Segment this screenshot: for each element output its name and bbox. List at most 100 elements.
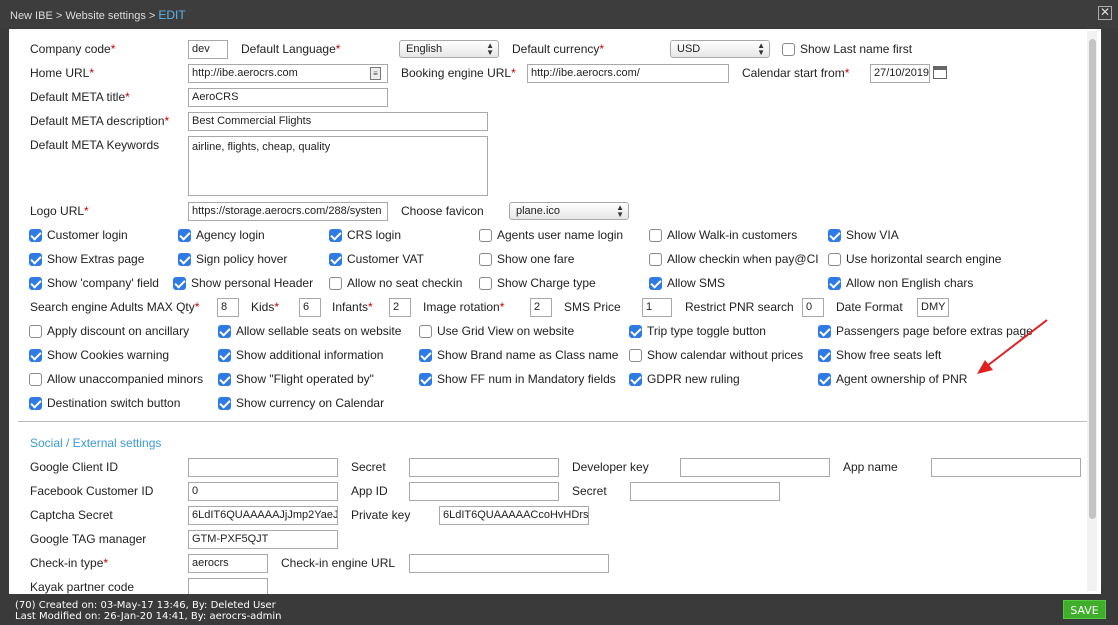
checks-row1-checkbox-5[interactable] — [828, 229, 841, 242]
social-section-title: Social / External settings — [30, 436, 162, 450]
checks-row2-checkbox-4[interactable] — [649, 253, 662, 266]
checks-row3-checkbox-0[interactable] — [29, 277, 42, 290]
meta-keywords-textarea[interactable]: airline, flights, cheap, quality — [188, 136, 488, 196]
default-language-select[interactable]: English ▲ ▼ — [399, 40, 499, 58]
checks-row1-checkbox-0[interactable] — [29, 229, 42, 242]
checks-row2-label-5: Use horizontal search engine — [846, 252, 1002, 266]
close-icon[interactable]: ✕ — [1098, 6, 1112, 20]
checks-row6-checkbox-4[interactable] — [818, 349, 831, 362]
checks-row2-checkbox-5[interactable] — [828, 253, 841, 266]
checks-row1-label-1: Agency login — [196, 228, 265, 242]
meta-keywords-label: Default META Keywords — [30, 138, 160, 152]
adults-max-input[interactable]: 8 — [217, 298, 239, 317]
checks-row5-checkbox-2[interactable] — [419, 325, 432, 338]
checkin-engine-url-label: Check-in engine URL — [281, 556, 396, 570]
checks-row1-label-4: Allow Walk-in customers — [667, 228, 798, 242]
checks-row3-checkbox-4[interactable] — [649, 277, 662, 290]
restrict-pnr-input[interactable]: 0 — [802, 298, 824, 317]
checks-row6-checkbox-0[interactable] — [29, 349, 42, 362]
checks-row1-label-2: CRS login — [347, 228, 402, 242]
checks-row1-checkbox-2[interactable] — [329, 229, 342, 242]
kayak-partner-code-input[interactable] — [188, 578, 268, 594]
checks-row5-checkbox-4[interactable] — [818, 325, 831, 338]
checks-row8-checkbox-1[interactable] — [218, 397, 231, 410]
checks-row3-label-4: Allow SMS — [667, 276, 726, 290]
captcha-secret-label: Captcha Secret — [30, 508, 113, 522]
checks-row7-checkbox-2[interactable] — [419, 373, 432, 386]
checks-row1-label-0: Customer login — [47, 228, 128, 242]
checks-row8-checkbox-0[interactable] — [29, 397, 42, 410]
infants-input[interactable]: 2 — [389, 298, 411, 317]
checks-row1-checkbox-3[interactable] — [479, 229, 492, 242]
checks-row7-checkbox-4[interactable] — [818, 373, 831, 386]
checks-row2-checkbox-0[interactable] — [29, 253, 42, 266]
sms-price-label: SMS Price — [564, 300, 621, 314]
google-secret-input[interactable] — [409, 458, 559, 477]
home-url-input[interactable]: http://ibe.aerocrs.com — [188, 64, 388, 83]
checks-row8-label-1: Show currency on Calendar — [236, 396, 385, 410]
checks-row7-checkbox-3[interactable] — [629, 373, 642, 386]
app-id-input[interactable] — [409, 482, 559, 501]
checks-row7-label-4: Agent ownership of PNR — [836, 372, 968, 386]
checks-row2-checkbox-2[interactable] — [329, 253, 342, 266]
google-client-id-label: Google Client ID — [30, 460, 119, 474]
app-name-input[interactable] — [931, 458, 1081, 477]
checks-row1-checkbox-1[interactable] — [178, 229, 191, 242]
checks-row1-checkbox-4[interactable] — [649, 229, 662, 242]
private-key-input[interactable]: 6LdIT6QUAAAAACcoHvHDrsJ — [439, 506, 589, 525]
booking-engine-url-input[interactable]: http://ibe.aerocrs.com/ — [527, 64, 729, 83]
restrict-pnr-label: Restrict PNR search — [685, 300, 794, 314]
calendar-icon[interactable] — [933, 66, 947, 79]
calendar-start-input[interactable]: 27/10/2019 — [870, 64, 930, 83]
google-tag-manager-input[interactable]: GTM-PXF5QJT — [188, 530, 338, 549]
checks-row7-label-0: Allow unaccompanied minors — [47, 372, 204, 386]
company-code-input[interactable]: dev — [188, 40, 228, 59]
developer-key-label: Developer key — [572, 460, 649, 474]
facebook-secret-input[interactable] — [630, 482, 780, 501]
vertical-scrollbar[interactable] — [1087, 31, 1097, 591]
sms-price-input[interactable]: 1 — [642, 298, 672, 317]
checkin-type-input[interactable]: aerocrs — [188, 554, 268, 573]
settings-panel: Company code* dev Default Language* Engl… — [9, 29, 1101, 594]
checks-row2-checkbox-1[interactable] — [178, 253, 191, 266]
image-rotation-input[interactable]: 2 — [530, 298, 552, 317]
checks-row5-label-3: Trip type toggle button — [647, 324, 766, 338]
checks-row2-checkbox-3[interactable] — [479, 253, 492, 266]
checks-row3-checkbox-3[interactable] — [479, 277, 492, 290]
logo-url-input[interactable]: https://storage.aerocrs.com/288/systen — [188, 202, 388, 221]
meta-title-input[interactable]: AeroCRS — [188, 88, 388, 107]
checks-row6-checkbox-2[interactable] — [419, 349, 432, 362]
favicon-select[interactable]: plane.ico ▲ ▼ — [509, 202, 629, 220]
meta-description-input[interactable]: Best Commercial Flights — [188, 112, 488, 131]
checks-row2-label-4: Allow checkin when pay@CI — [667, 252, 819, 266]
google-client-id-input[interactable] — [188, 458, 338, 477]
developer-key-input[interactable] — [680, 458, 830, 477]
checks-row6-label-1: Show additional information — [236, 348, 384, 362]
checks-row6-checkbox-3[interactable] — [629, 349, 642, 362]
checkin-engine-url-input[interactable] — [409, 554, 609, 573]
checks-row5-checkbox-3[interactable] — [629, 325, 642, 338]
date-format-input[interactable]: DMY — [917, 298, 949, 317]
facebook-customer-id-input[interactable]: 0 — [188, 482, 338, 501]
captcha-secret-input[interactable]: 6LdIT6QUAAAAAJjJmp2YaeJ — [188, 506, 338, 525]
app-name-label: App name — [843, 460, 898, 474]
scrollbar-thumb[interactable] — [1089, 39, 1096, 519]
checks-row5-checkbox-0[interactable] — [29, 325, 42, 338]
checks-row6-checkbox-1[interactable] — [218, 349, 231, 362]
checks-row3-checkbox-2[interactable] — [329, 277, 342, 290]
checks-row7-checkbox-0[interactable] — [29, 373, 42, 386]
checks-row3-checkbox-1[interactable] — [173, 277, 186, 290]
created-info: (70) Created on: 03-May-17 13:46, By: De… — [15, 600, 276, 611]
show-last-name-first-checkbox[interactable] — [782, 43, 795, 56]
save-button[interactable]: SAVE — [1063, 600, 1106, 619]
company-code-label: Company code* — [30, 42, 116, 56]
date-format-label: Date Format — [836, 300, 903, 314]
private-key-label: Private key — [351, 508, 411, 522]
default-currency-select[interactable]: USD ▲ ▼ — [670, 40, 770, 58]
checks-row7-checkbox-1[interactable] — [218, 373, 231, 386]
checks-row5-checkbox-1[interactable] — [218, 325, 231, 338]
contact-card-icon[interactable]: ≡ — [370, 67, 381, 80]
kids-input[interactable]: 6 — [299, 298, 321, 317]
checks-row3-checkbox-5[interactable] — [828, 277, 841, 290]
checks-row5-label-2: Use Grid View on website — [437, 324, 575, 338]
